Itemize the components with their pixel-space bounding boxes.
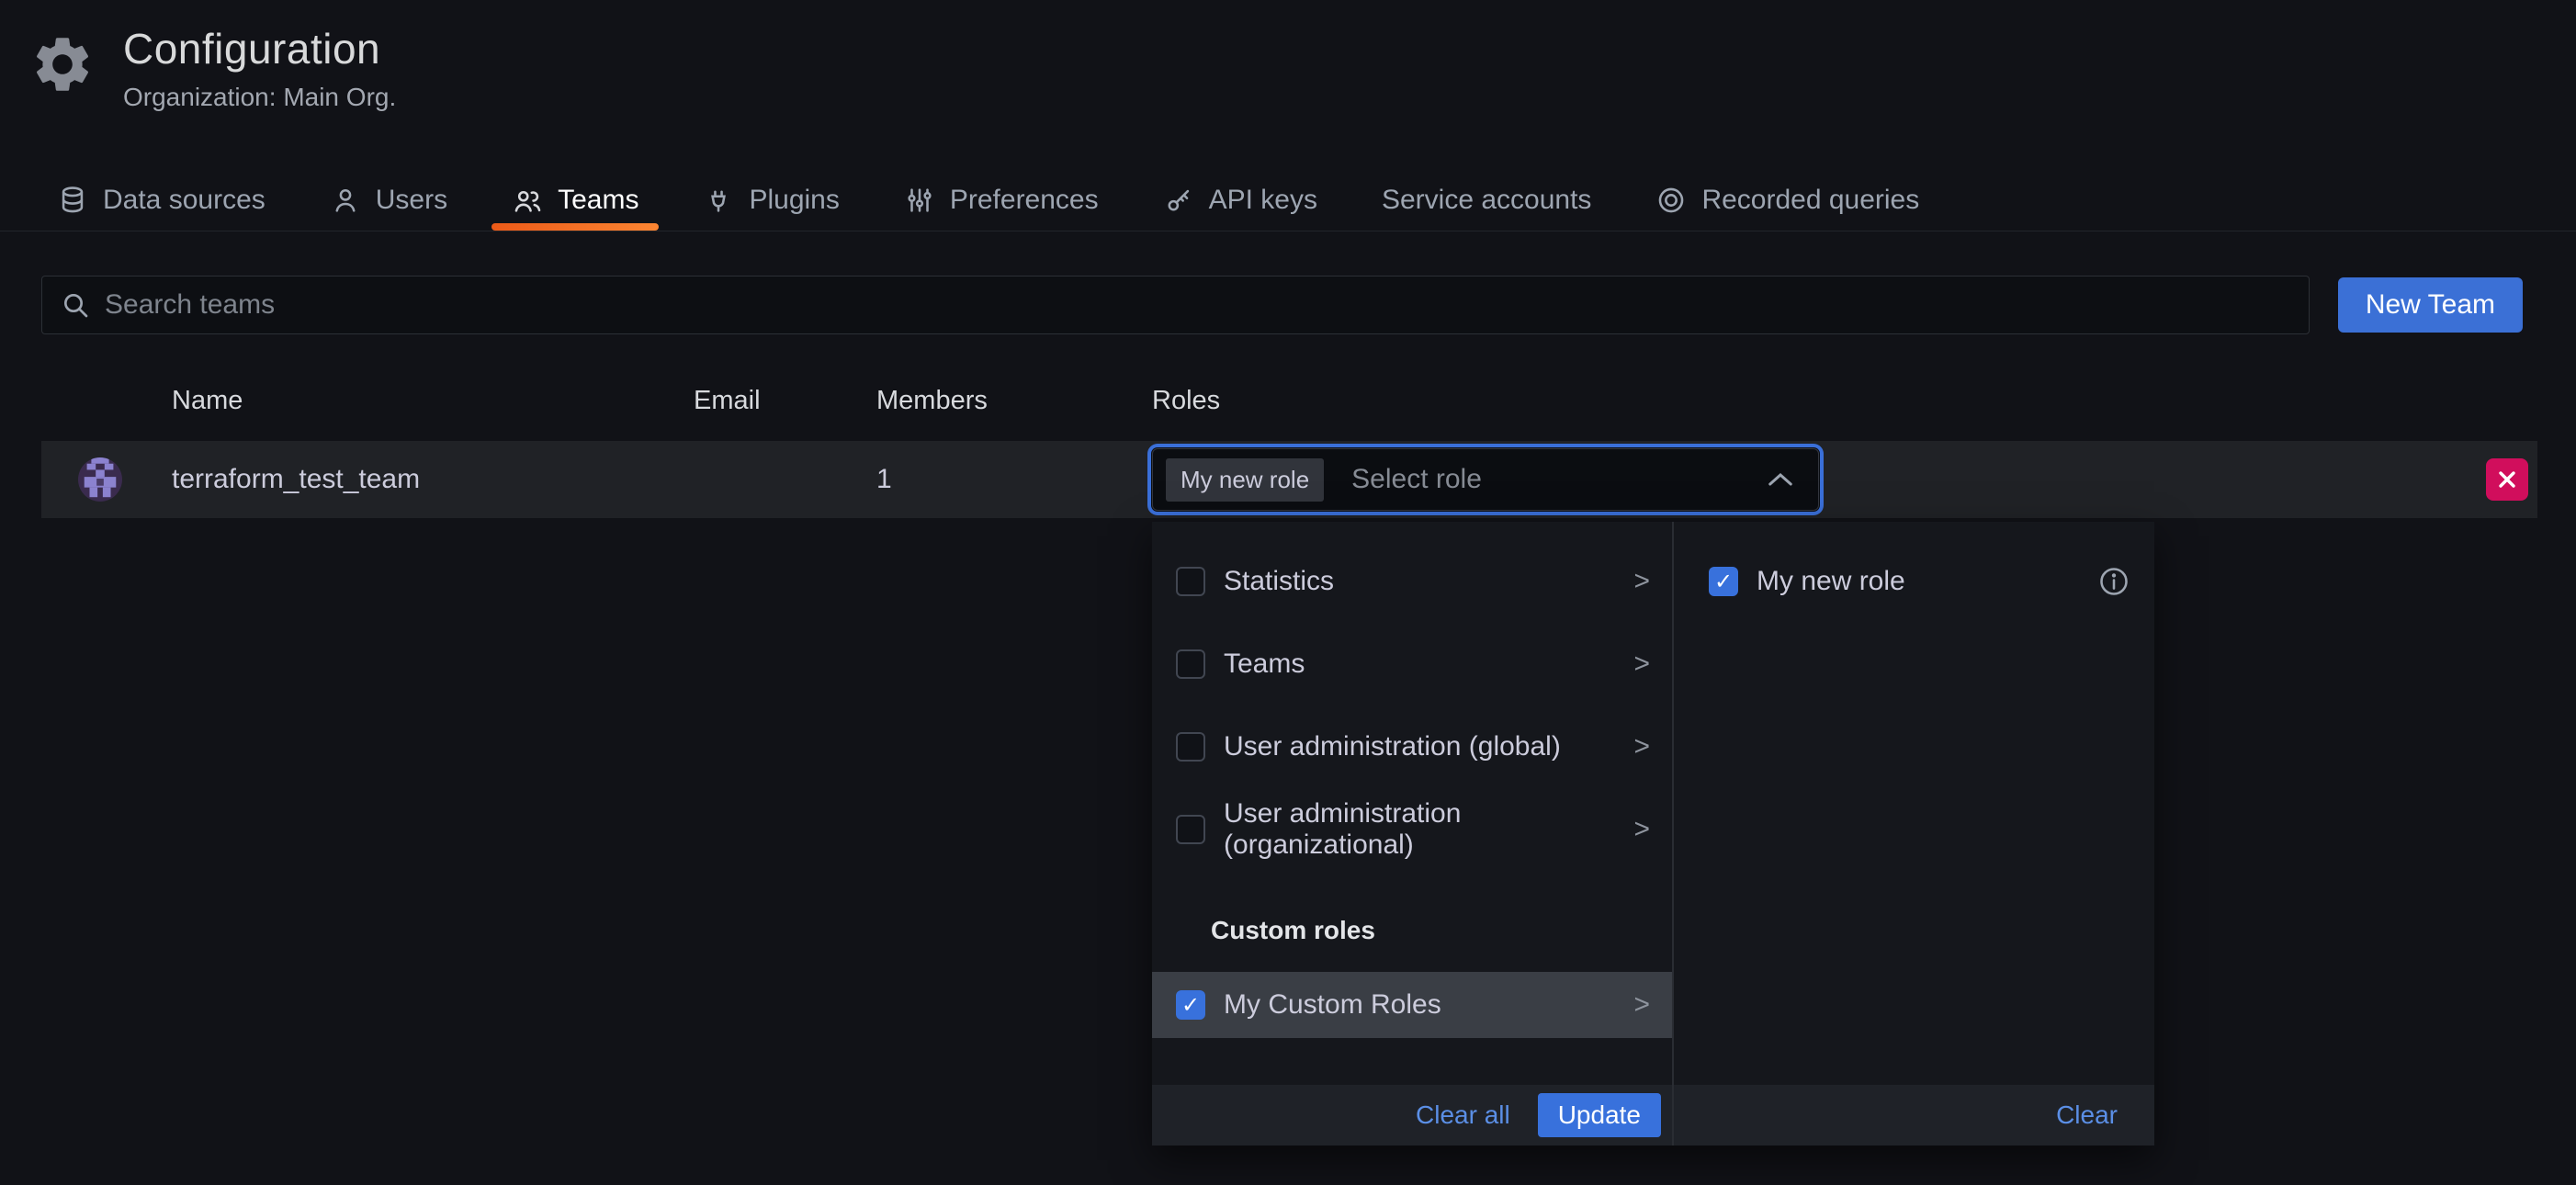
tab-teams[interactable]: Teams [491, 169, 659, 231]
column-header-members: Members [876, 386, 988, 416]
page-title: Configuration [123, 24, 396, 73]
chevron-up-icon[interactable] [1767, 471, 1794, 488]
table-row: terraform_test_team 1 My new role Select… [41, 441, 2537, 518]
team-avatar [78, 457, 122, 502]
menu-item-user-admin-global[interactable]: User administration (global) > [1152, 705, 1672, 788]
role-submenu-footer: Clear [1674, 1085, 2154, 1146]
tab-label: Recorded queries [1701, 185, 1919, 216]
tab-plugins[interactable]: Plugins [683, 169, 859, 231]
selected-role-chip[interactable]: My new role [1166, 458, 1324, 502]
search-icon [61, 290, 90, 320]
new-team-button[interactable]: New Team [2338, 277, 2523, 333]
submenu-item-my-new-role[interactable]: My new role [1674, 540, 2154, 623]
configuration-gear-icon [29, 31, 96, 97]
tab-api-keys[interactable]: API keys [1143, 169, 1338, 231]
checkbox-checked[interactable] [1709, 567, 1738, 596]
column-header-roles: Roles [1152, 386, 1220, 416]
tab-label: Data sources [103, 185, 266, 216]
column-header-name: Name [172, 386, 243, 416]
menu-item-label: Statistics [1224, 566, 1626, 597]
chevron-right-icon: > [1633, 814, 1650, 845]
tab-label: Users [376, 185, 447, 216]
menu-item-statistics[interactable]: Statistics > [1152, 540, 1672, 623]
tab-label: Plugins [749, 185, 839, 216]
config-tabbar: Data sources Users Teams Plugins [0, 169, 2576, 231]
menu-item-label: User administration (global) [1224, 731, 1626, 762]
custom-roles-group-header: Custom roles [1152, 908, 1672, 954]
role-menu-footer: Clear all Update [1152, 1085, 1672, 1146]
search-teams-input[interactable] [105, 289, 2290, 321]
menu-item-label: My Custom Roles [1224, 989, 1626, 1021]
key-icon [1163, 185, 1194, 216]
users-icon [512, 185, 543, 216]
tab-data-sources[interactable]: Data sources [37, 169, 286, 231]
tab-label: Teams [558, 185, 638, 216]
team-members-cell: 1 [876, 464, 892, 495]
role-menu-pane: Statistics > Teams > User administration… [1152, 522, 1674, 1146]
record-icon [1655, 185, 1687, 216]
clear-button[interactable]: Clear [2056, 1100, 2118, 1130]
delete-team-button[interactable] [2486, 458, 2528, 501]
menu-item-my-custom-roles[interactable]: My Custom Roles > [1152, 972, 1672, 1038]
sliders-icon [904, 185, 935, 216]
tab-users[interactable]: Users [310, 169, 468, 231]
column-header-email: Email [694, 386, 761, 416]
role-picker-dropdown: Statistics > Teams > User administration… [1152, 522, 2154, 1146]
update-button[interactable]: Update [1538, 1093, 1661, 1137]
tab-recorded-queries[interactable]: Recorded queries [1635, 169, 1939, 231]
tab-service-accounts[interactable]: Service accounts [1361, 169, 1611, 231]
search-box [41, 276, 2310, 334]
menu-item-user-admin-organizational[interactable]: User administration (organizational) > [1152, 788, 1672, 871]
page-header: Configuration Organization: Main Org. [29, 24, 396, 112]
chevron-right-icon: > [1633, 566, 1650, 597]
menu-item-label: User administration (organizational) [1224, 798, 1626, 861]
menu-item-teams[interactable]: Teams > [1152, 623, 1672, 705]
teams-toolbar: New Team [41, 276, 2523, 334]
tab-label: Preferences [950, 185, 1099, 216]
role-picker-input[interactable]: My new role Select role [1152, 448, 1819, 511]
submenu-item-label: My new role [1757, 566, 2097, 597]
close-icon [2496, 468, 2518, 491]
checkbox-unchecked[interactable] [1176, 649, 1205, 679]
chevron-right-icon: > [1633, 989, 1650, 1021]
clear-all-button[interactable]: Clear all [1416, 1100, 1510, 1130]
info-icon[interactable] [2097, 565, 2130, 598]
tab-label: Service accounts [1382, 185, 1591, 216]
database-icon [57, 185, 88, 216]
checkbox-unchecked[interactable] [1176, 732, 1205, 762]
tab-preferences[interactable]: Preferences [884, 169, 1119, 231]
checkbox-unchecked[interactable] [1176, 815, 1205, 844]
teams-table-header: Name Email Members Roles [41, 386, 2537, 426]
chevron-right-icon: > [1633, 649, 1650, 680]
tab-label: API keys [1209, 185, 1317, 216]
page-subtitle: Organization: Main Org. [123, 83, 396, 112]
team-name-cell: terraform_test_team [172, 464, 420, 495]
role-picker-placeholder: Select role [1351, 464, 1739, 495]
role-submenu-pane: My new role Clear [1674, 522, 2154, 1146]
checkbox-checked[interactable] [1176, 990, 1205, 1020]
menu-item-label: Teams [1224, 649, 1626, 680]
chevron-right-icon: > [1633, 731, 1650, 762]
plug-icon [703, 185, 734, 216]
checkbox-unchecked[interactable] [1176, 567, 1205, 596]
user-icon [330, 185, 361, 216]
